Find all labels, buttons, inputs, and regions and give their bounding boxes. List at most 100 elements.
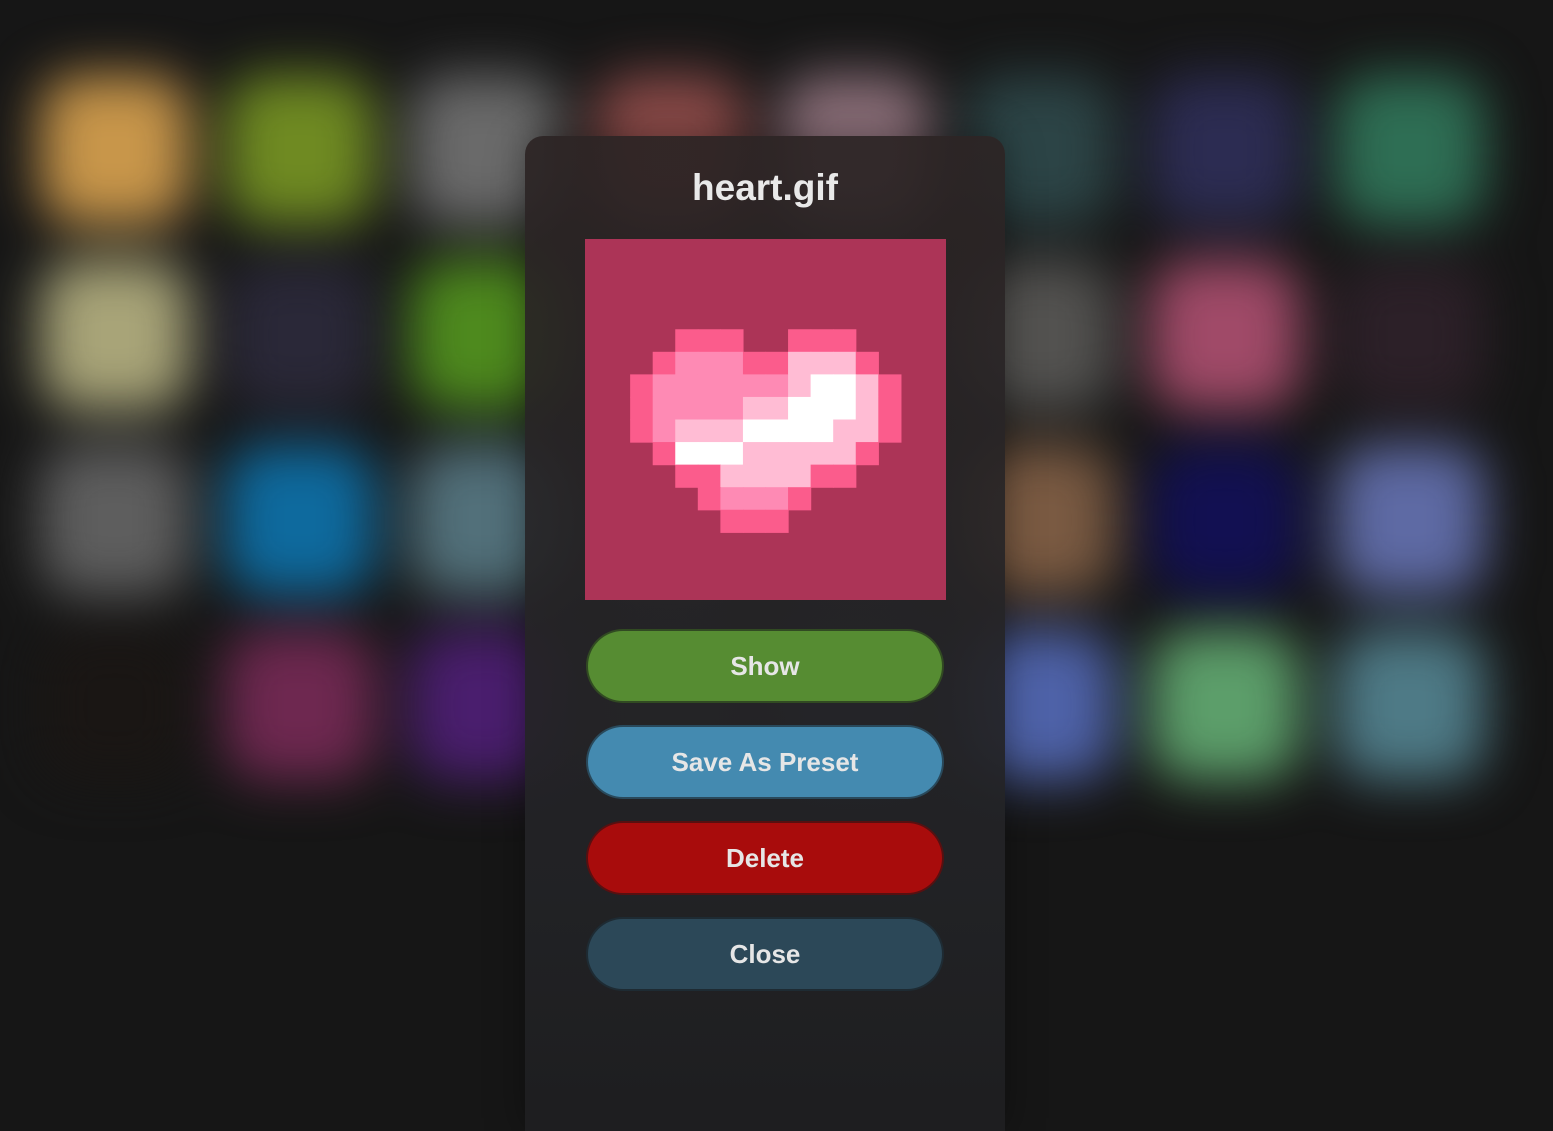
background-tile [1150, 445, 1300, 595]
background-tile [225, 75, 375, 225]
heart-pixel [855, 351, 879, 375]
show-button[interactable]: Show [586, 629, 944, 703]
background-tile [40, 75, 190, 225]
heart-pixel [675, 374, 699, 398]
heart-pixel [765, 396, 789, 421]
heart-pixel [765, 374, 789, 398]
background-tile [40, 445, 190, 595]
heart-pixel [855, 396, 879, 421]
heart-pixel [652, 396, 676, 421]
heart-pixel [720, 396, 744, 421]
heart-pixel [652, 374, 676, 398]
heart-pixel [697, 396, 721, 421]
heart-pixel [742, 419, 767, 443]
close-button[interactable]: Close [586, 917, 944, 991]
heart-pixel [878, 396, 902, 421]
background-tile [1150, 260, 1300, 410]
gif-preview-image [585, 239, 946, 600]
heart-pixel [697, 487, 721, 511]
heart-pixel [697, 351, 721, 375]
heart-pixel [810, 464, 834, 488]
background-tile [1335, 445, 1485, 595]
heart-pixel [765, 509, 789, 533]
heart-pixel [810, 396, 834, 421]
heart-pixel [765, 464, 789, 488]
heart-pixel [788, 396, 812, 421]
background-tile [225, 445, 375, 595]
heart-pixel [697, 374, 721, 398]
dialog-title: heart.gif [692, 167, 838, 208]
heart-pixel [788, 464, 812, 488]
heart-pixel [855, 442, 879, 466]
heart-pixel [788, 374, 812, 398]
background-tile [1335, 630, 1485, 780]
background-tile [1335, 75, 1485, 225]
heart-pixel [855, 374, 879, 398]
heart-pixel [720, 487, 744, 511]
heart-pixel [833, 329, 857, 353]
heart-pixel [697, 464, 721, 488]
heart-pixel [720, 351, 744, 375]
heart-pixel [675, 351, 699, 375]
heart-pixel [697, 442, 721, 466]
heart-pixel [652, 442, 676, 466]
heart-pixel [833, 419, 857, 443]
heart-pixel [720, 509, 744, 533]
heart-pixel [855, 419, 879, 443]
heart-pixel [630, 419, 654, 443]
heart-pixel [697, 419, 721, 443]
heart-pixel [742, 487, 767, 511]
heart-pixel [810, 329, 834, 353]
background-tile [40, 630, 190, 780]
heart-pixel [788, 329, 812, 353]
heart-pixel [810, 442, 834, 466]
background-tile [40, 260, 190, 410]
background-tile [1335, 260, 1485, 410]
heart-pixel [788, 351, 812, 375]
background-tile [1150, 75, 1300, 225]
heart-pixel [742, 374, 767, 398]
heart-pixel [720, 442, 744, 466]
heart-pixel [720, 419, 744, 443]
heart-pixel [630, 396, 654, 421]
heart-pixel [788, 442, 812, 466]
heart-pixel [630, 374, 654, 398]
app-window: heart.gif Show Save As Preset Delete Clo… [0, 0, 1553, 1131]
heart-pixel [652, 419, 676, 443]
save-as-preset-button[interactable]: Save As Preset [586, 725, 944, 799]
heart-pixel [675, 329, 699, 353]
heart-pixel [810, 351, 834, 375]
background-tile [225, 260, 375, 410]
heart-pixel [742, 509, 767, 533]
heart-pixel [742, 396, 767, 421]
heart-pixel [742, 442, 767, 466]
heart-pixel [720, 464, 744, 488]
heart-pixel [878, 419, 902, 443]
heart-pixel [810, 419, 834, 443]
heart-pixel [765, 351, 789, 375]
heart-pixel [697, 329, 721, 353]
heart-pixel [675, 396, 699, 421]
heart-pixel [788, 487, 812, 511]
background-tile [225, 630, 375, 780]
heart-pixel [833, 464, 857, 488]
heart-pixel [675, 464, 699, 488]
heart-pixel [833, 374, 857, 398]
heart-pixel [675, 442, 699, 466]
heart-pixel [788, 419, 812, 443]
heart-pixel [742, 464, 767, 488]
delete-button[interactable]: Delete [586, 821, 944, 895]
heart-pixel [720, 374, 744, 398]
heart-pixel [878, 374, 902, 398]
heart-pixel [742, 351, 767, 375]
heart-pixel [720, 329, 744, 353]
heart-pixel [675, 419, 699, 443]
background-tile [1150, 630, 1300, 780]
heart-pixel [833, 351, 857, 375]
heart-pixel [810, 374, 834, 398]
gif-options-dialog: heart.gif Show Save As Preset Delete Clo… [525, 136, 1005, 1131]
heart-pixel [765, 442, 789, 466]
heart-pixel [833, 396, 857, 421]
heart-pixel [765, 419, 789, 443]
heart-pixel [833, 442, 857, 466]
